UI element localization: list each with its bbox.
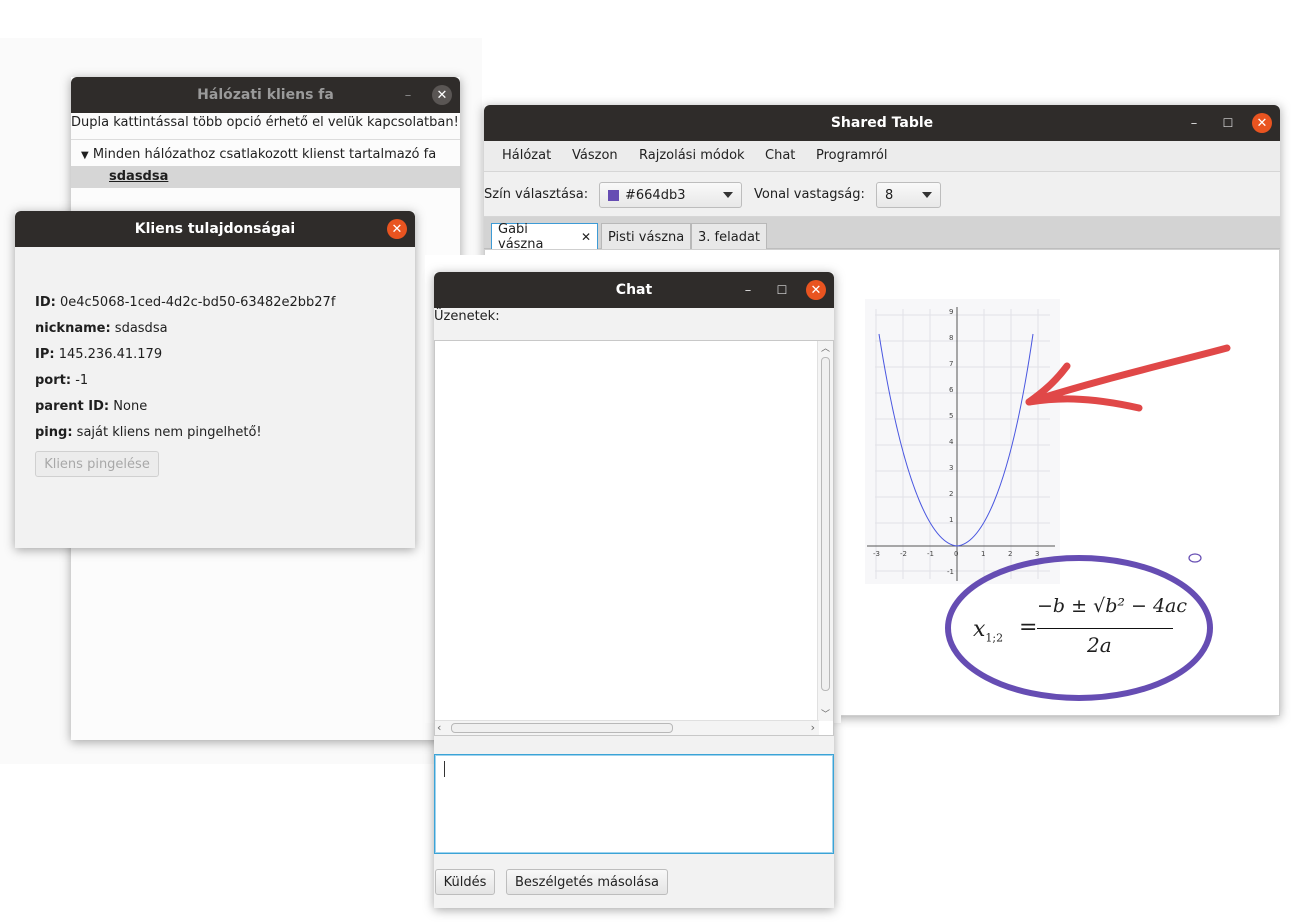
x-tick: -1 — [927, 550, 934, 558]
tree-root-label: Minden hálózathoz csatlakozott klienst t… — [92, 147, 437, 162]
messages-area[interactable]: ︿ ﹀ ‹ › — [434, 340, 834, 736]
line-width-value: 8 — [885, 187, 894, 203]
scroll-right-icon[interactable]: › — [811, 721, 815, 734]
menu-halozat[interactable]: Hálózat — [502, 148, 551, 163]
tree-client-label: sdasdsa — [109, 169, 169, 184]
chevron-down-icon — [922, 192, 932, 198]
tool-bar: Szín választása: #664db3 Vonal vastagság… — [484, 172, 1280, 217]
vertical-scrollbar[interactable]: ︿ ﹀ — [817, 341, 833, 721]
tree-root-node[interactable]: ▼ Minden hálózathoz csatlakozott klienst… — [81, 147, 436, 162]
red-arrow-drawing — [1025, 344, 1231, 412]
tree-expand-icon[interactable]: ▼ — [81, 150, 89, 161]
y-tick: 7 — [949, 360, 953, 368]
formula-lhs: x1;2 — [973, 617, 1004, 645]
canvas-tabs: Gabi vászna ✕ Pisti vászna 3. feladat — [484, 217, 1280, 252]
y-tick: 6 — [949, 386, 954, 394]
tab-close-icon[interactable]: ✕ — [581, 230, 591, 244]
quadratic-formula: x1;2 = −b ± √b² − 4ac 2a — [973, 595, 1187, 665]
formula-denominator: 2a — [1087, 633, 1112, 657]
x-tick: -3 — [873, 550, 880, 558]
close-icon[interactable]: ✕ — [432, 85, 452, 105]
tree-client-node[interactable]: sdasdsa — [71, 166, 460, 188]
menu-bar: Hálózat Vászon Rajzolási módok Chat Prog… — [484, 141, 1280, 172]
minimize-icon[interactable]: – — [1184, 113, 1204, 133]
y-tick: 1 — [949, 516, 953, 524]
prop-ip: IP: 145.236.41.179 — [35, 347, 163, 362]
line-width-label: Vonal vastagság: — [754, 187, 865, 202]
horizontal-scroll-thumb[interactable] — [451, 723, 673, 733]
prop-nickname: nickname: sdasdsa — [35, 321, 168, 336]
ping-client-button[interactable]: Kliens pingelése — [35, 451, 159, 477]
scroll-down-icon[interactable]: ﹀ — [821, 707, 830, 720]
scroll-left-icon[interactable]: ‹ — [437, 721, 441, 734]
shared-table-titlebar[interactable]: Shared Table – ☐ ✕ — [484, 105, 1280, 141]
chat-window: Chat – ☐ ✕ Üzenetek: ︿ ﹀ ‹ › Küldés Besz… — [434, 272, 834, 908]
text-caret — [444, 761, 445, 777]
formula-equals: = — [1019, 615, 1038, 640]
copy-conversation-button[interactable]: Beszélgetés másolása — [506, 869, 668, 895]
prop-parent-id: parent ID: None — [35, 399, 148, 414]
y-tick: 8 — [949, 334, 953, 342]
chevron-down-icon — [723, 192, 733, 198]
chat-title: Chat — [615, 282, 653, 298]
prop-ping: ping: saját kliens nem pingelhető! — [35, 425, 262, 440]
menu-rajzolasi-modok[interactable]: Rajzolási módok — [639, 148, 745, 163]
horizontal-scrollbar[interactable]: ‹ › — [435, 720, 819, 735]
tab-label: Pisti vászna — [608, 229, 685, 245]
message-input[interactable] — [434, 754, 834, 854]
shared-table-title: Shared Table — [830, 115, 934, 131]
menu-vaszon[interactable]: Vászon — [572, 148, 618, 163]
y-tick: 2 — [949, 490, 953, 498]
formula-numerator: −b ± √b² − 4ac — [1037, 595, 1188, 617]
close-icon[interactable]: ✕ — [387, 219, 407, 239]
close-icon[interactable]: ✕ — [1252, 113, 1272, 133]
y-tick: 9 — [949, 308, 953, 316]
color-swatch — [608, 189, 619, 201]
y-tick: 5 — [949, 412, 953, 420]
maximize-icon[interactable]: ☐ — [772, 280, 792, 300]
maximize-icon[interactable]: ☐ — [1218, 113, 1238, 133]
tab-gabi-vaszna[interactable]: Gabi vászna ✕ — [491, 222, 598, 252]
x-tick: -2 — [900, 550, 907, 558]
line-width-select[interactable]: 8 — [876, 182, 941, 208]
menu-chat[interactable]: Chat — [765, 148, 795, 163]
fraction-bar — [1037, 628, 1173, 629]
close-icon[interactable]: ✕ — [806, 280, 826, 300]
tab-label: Gabi vászna — [498, 222, 544, 252]
network-tree-hint: Dupla kattintással több opció érhető el … — [71, 115, 459, 130]
scroll-up-icon[interactable]: ︿ — [821, 341, 830, 354]
chat-titlebar[interactable]: Chat – ☐ ✕ — [434, 272, 834, 308]
network-tree-titlebar[interactable]: Hálózati kliens fa – ✕ — [71, 77, 460, 113]
prop-port: port: -1 — [35, 373, 89, 388]
tab-3-feladat[interactable]: 3. feladat — [691, 223, 768, 250]
y-tick: 4 — [949, 438, 954, 446]
tab-pisti-vaszna[interactable]: Pisti vászna — [601, 223, 692, 250]
vertical-scroll-thumb[interactable] — [821, 357, 830, 691]
color-label: Szín választása: — [484, 187, 589, 202]
y-tick: 3 — [949, 464, 953, 472]
minimize-icon[interactable]: – — [738, 280, 758, 300]
prop-id: ID: 0e4c5068-1ced-4d2c-bd50-63482e2bb27f — [35, 295, 336, 310]
color-value: #664db3 — [625, 187, 686, 203]
color-picker[interactable]: #664db3 — [599, 182, 742, 208]
client-properties-titlebar[interactable]: Kliens tulajdonságai ✕ — [15, 211, 415, 247]
tab-label: 3. feladat — [698, 229, 761, 245]
menu-programrol[interactable]: Programról — [816, 148, 887, 163]
client-properties-title: Kliens tulajdonságai — [134, 221, 296, 237]
client-properties-window: Kliens tulajdonságai ✕ ID: 0e4c5068-1ced… — [15, 211, 415, 548]
send-button[interactable]: Küldés — [435, 869, 495, 895]
messages-label: Üzenetek: — [434, 309, 500, 324]
minimize-icon[interactable]: – — [398, 85, 418, 105]
network-tree-title: Hálózati kliens fa — [197, 87, 334, 103]
